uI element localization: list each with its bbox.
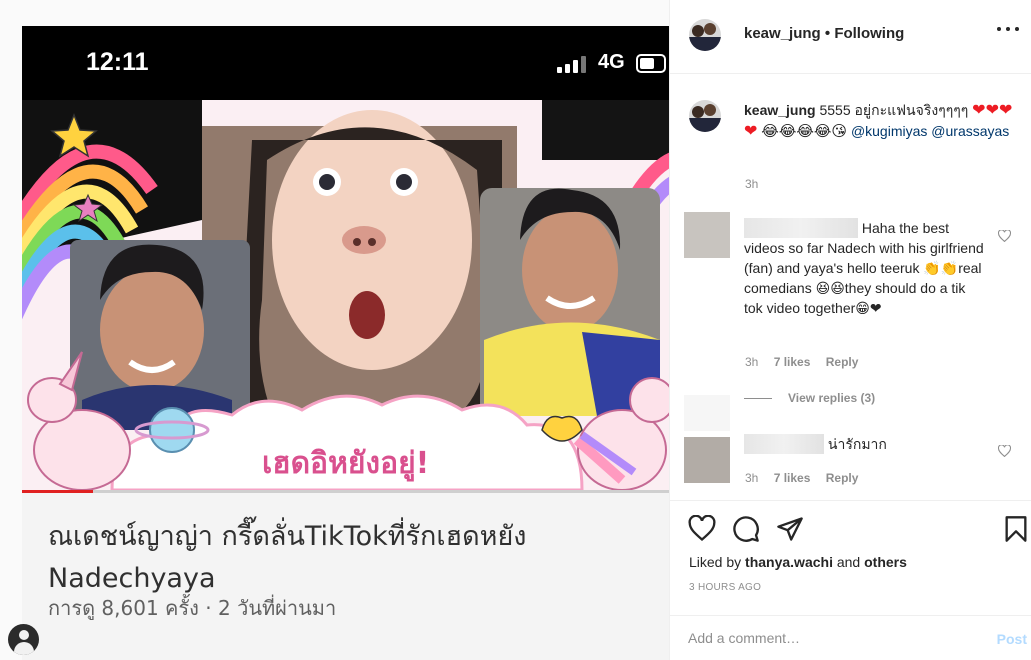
video-title: ณเดชน์ญาญ่า กรี๊ดลั่นTikTokที่รักเฮดหยัง… <box>48 521 527 594</box>
post-media: 12:11 4G เฮดอิหยังอยู่! ณเดชน์ญาญ่า กรี๊… <box>0 0 669 660</box>
comments-list[interactable]: keaw_jung 5555 อยู่กะแฟนจริงๆๆๆๆ ❤❤❤❤ 😂😂… <box>670 75 1031 500</box>
caption-username[interactable]: keaw_jung <box>744 102 816 118</box>
phone-status-bar: 12:11 4G <box>22 26 669 100</box>
post-time-ago[interactable]: 3 hours ago <box>689 582 761 593</box>
caption-body: 5555 อยู่กะแฟนจริงๆๆๆๆ <box>819 102 969 118</box>
video-artwork <box>22 100 669 490</box>
more-horizontal-icon[interactable] <box>997 27 1019 33</box>
add-comment-bar: Post <box>670 615 1031 660</box>
comment-likes[interactable]: 7 likes <box>774 471 811 485</box>
caption-avatar[interactable] <box>689 100 721 132</box>
comment-text: Haha the best videos so far Nadech with … <box>744 218 986 318</box>
video-overlay-caption: เฮดอิหยังอยู่! <box>262 446 430 481</box>
reply-thread-spacer <box>684 395 730 431</box>
poster-username-text[interactable]: keaw_jung <box>744 25 821 42</box>
view-replies-button[interactable]: View replies (3) <box>744 391 875 405</box>
mention-link[interactable]: @kugimiyas <box>851 123 927 139</box>
comment-bubble-icon[interactable] <box>732 515 760 543</box>
commenter-avatar[interactable] <box>684 437 730 483</box>
reply-button[interactable]: Reply <box>826 471 859 485</box>
poster-avatar[interactable] <box>689 19 721 51</box>
comment-meta: 3h 7 likes Reply <box>745 471 870 485</box>
reply-button[interactable]: Reply <box>826 355 859 369</box>
network-type: 4G <box>598 51 625 73</box>
battery-icon <box>636 54 666 73</box>
follow-status[interactable]: Following <box>834 25 904 42</box>
video-progress-fill <box>22 490 94 493</box>
comment-like-heart-icon[interactable] <box>998 230 1011 242</box>
post-caption: keaw_jung 5555 อยู่กะแฟนจริงๆๆๆๆ ❤❤❤❤ 😂😂… <box>744 100 1019 142</box>
video-view-meta: การดู 8,601 ครั้ง · 2 วันที่ผ่านมา <box>48 596 337 620</box>
caption-emojis: 😂😂😂😂😘 <box>761 123 848 140</box>
post-header: keaw_jung • Following <box>670 0 1031 74</box>
comment-input[interactable] <box>688 627 978 649</box>
liked-by: Liked by thanya.wachi and others <box>689 554 907 570</box>
comment-time[interactable]: 3h <box>745 355 758 369</box>
commenter-avatar[interactable] <box>684 212 730 258</box>
commenter-username-redacted[interactable] <box>744 434 824 454</box>
heart-icon[interactable] <box>688 515 716 543</box>
comment-meta: 3h 7 likes Reply <box>745 355 870 369</box>
comment-time[interactable]: 3h <box>745 471 758 485</box>
caption-timestamp[interactable]: 3h <box>745 177 758 191</box>
mention-link[interactable]: @urassayas <box>931 123 1009 139</box>
bookmark-icon[interactable] <box>1002 515 1030 543</box>
liked-by-others[interactable]: others <box>864 554 907 570</box>
phone-clock: 12:11 <box>86 48 149 76</box>
post-actions: Liked by thanya.wachi and others 3 hours… <box>670 500 1031 615</box>
signal-icon <box>557 55 586 73</box>
comment-likes[interactable]: 7 likes <box>774 355 811 369</box>
liked-by-prefix: Liked by <box>689 554 742 570</box>
paper-plane-icon[interactable] <box>776 515 804 543</box>
header-separator: • <box>824 25 831 42</box>
liked-by-and: and <box>836 554 861 570</box>
comment-text: น่ารักมาก <box>744 434 986 454</box>
post-side-panel: keaw_jung • Following keaw_jung 5555 อยู… <box>669 0 1031 660</box>
channel-avatar-icon <box>8 624 39 655</box>
commenter-username-redacted[interactable] <box>744 218 858 238</box>
post-comment-button[interactable]: Post <box>997 631 1027 647</box>
comment-like-heart-icon[interactable] <box>998 445 1011 457</box>
phone-screenshot: 12:11 4G เฮดอิหยังอยู่! ณเดชน์ญาญ่า กรี๊… <box>22 26 669 660</box>
comment-body: น่ารักมาก <box>827 436 887 452</box>
video-frame[interactable]: เฮดอิหยังอยู่! <box>22 100 669 490</box>
poster-username[interactable]: keaw_jung • Following <box>744 25 904 42</box>
video-progress-bar[interactable] <box>22 490 669 493</box>
liked-by-user[interactable]: thanya.wachi <box>745 554 833 570</box>
